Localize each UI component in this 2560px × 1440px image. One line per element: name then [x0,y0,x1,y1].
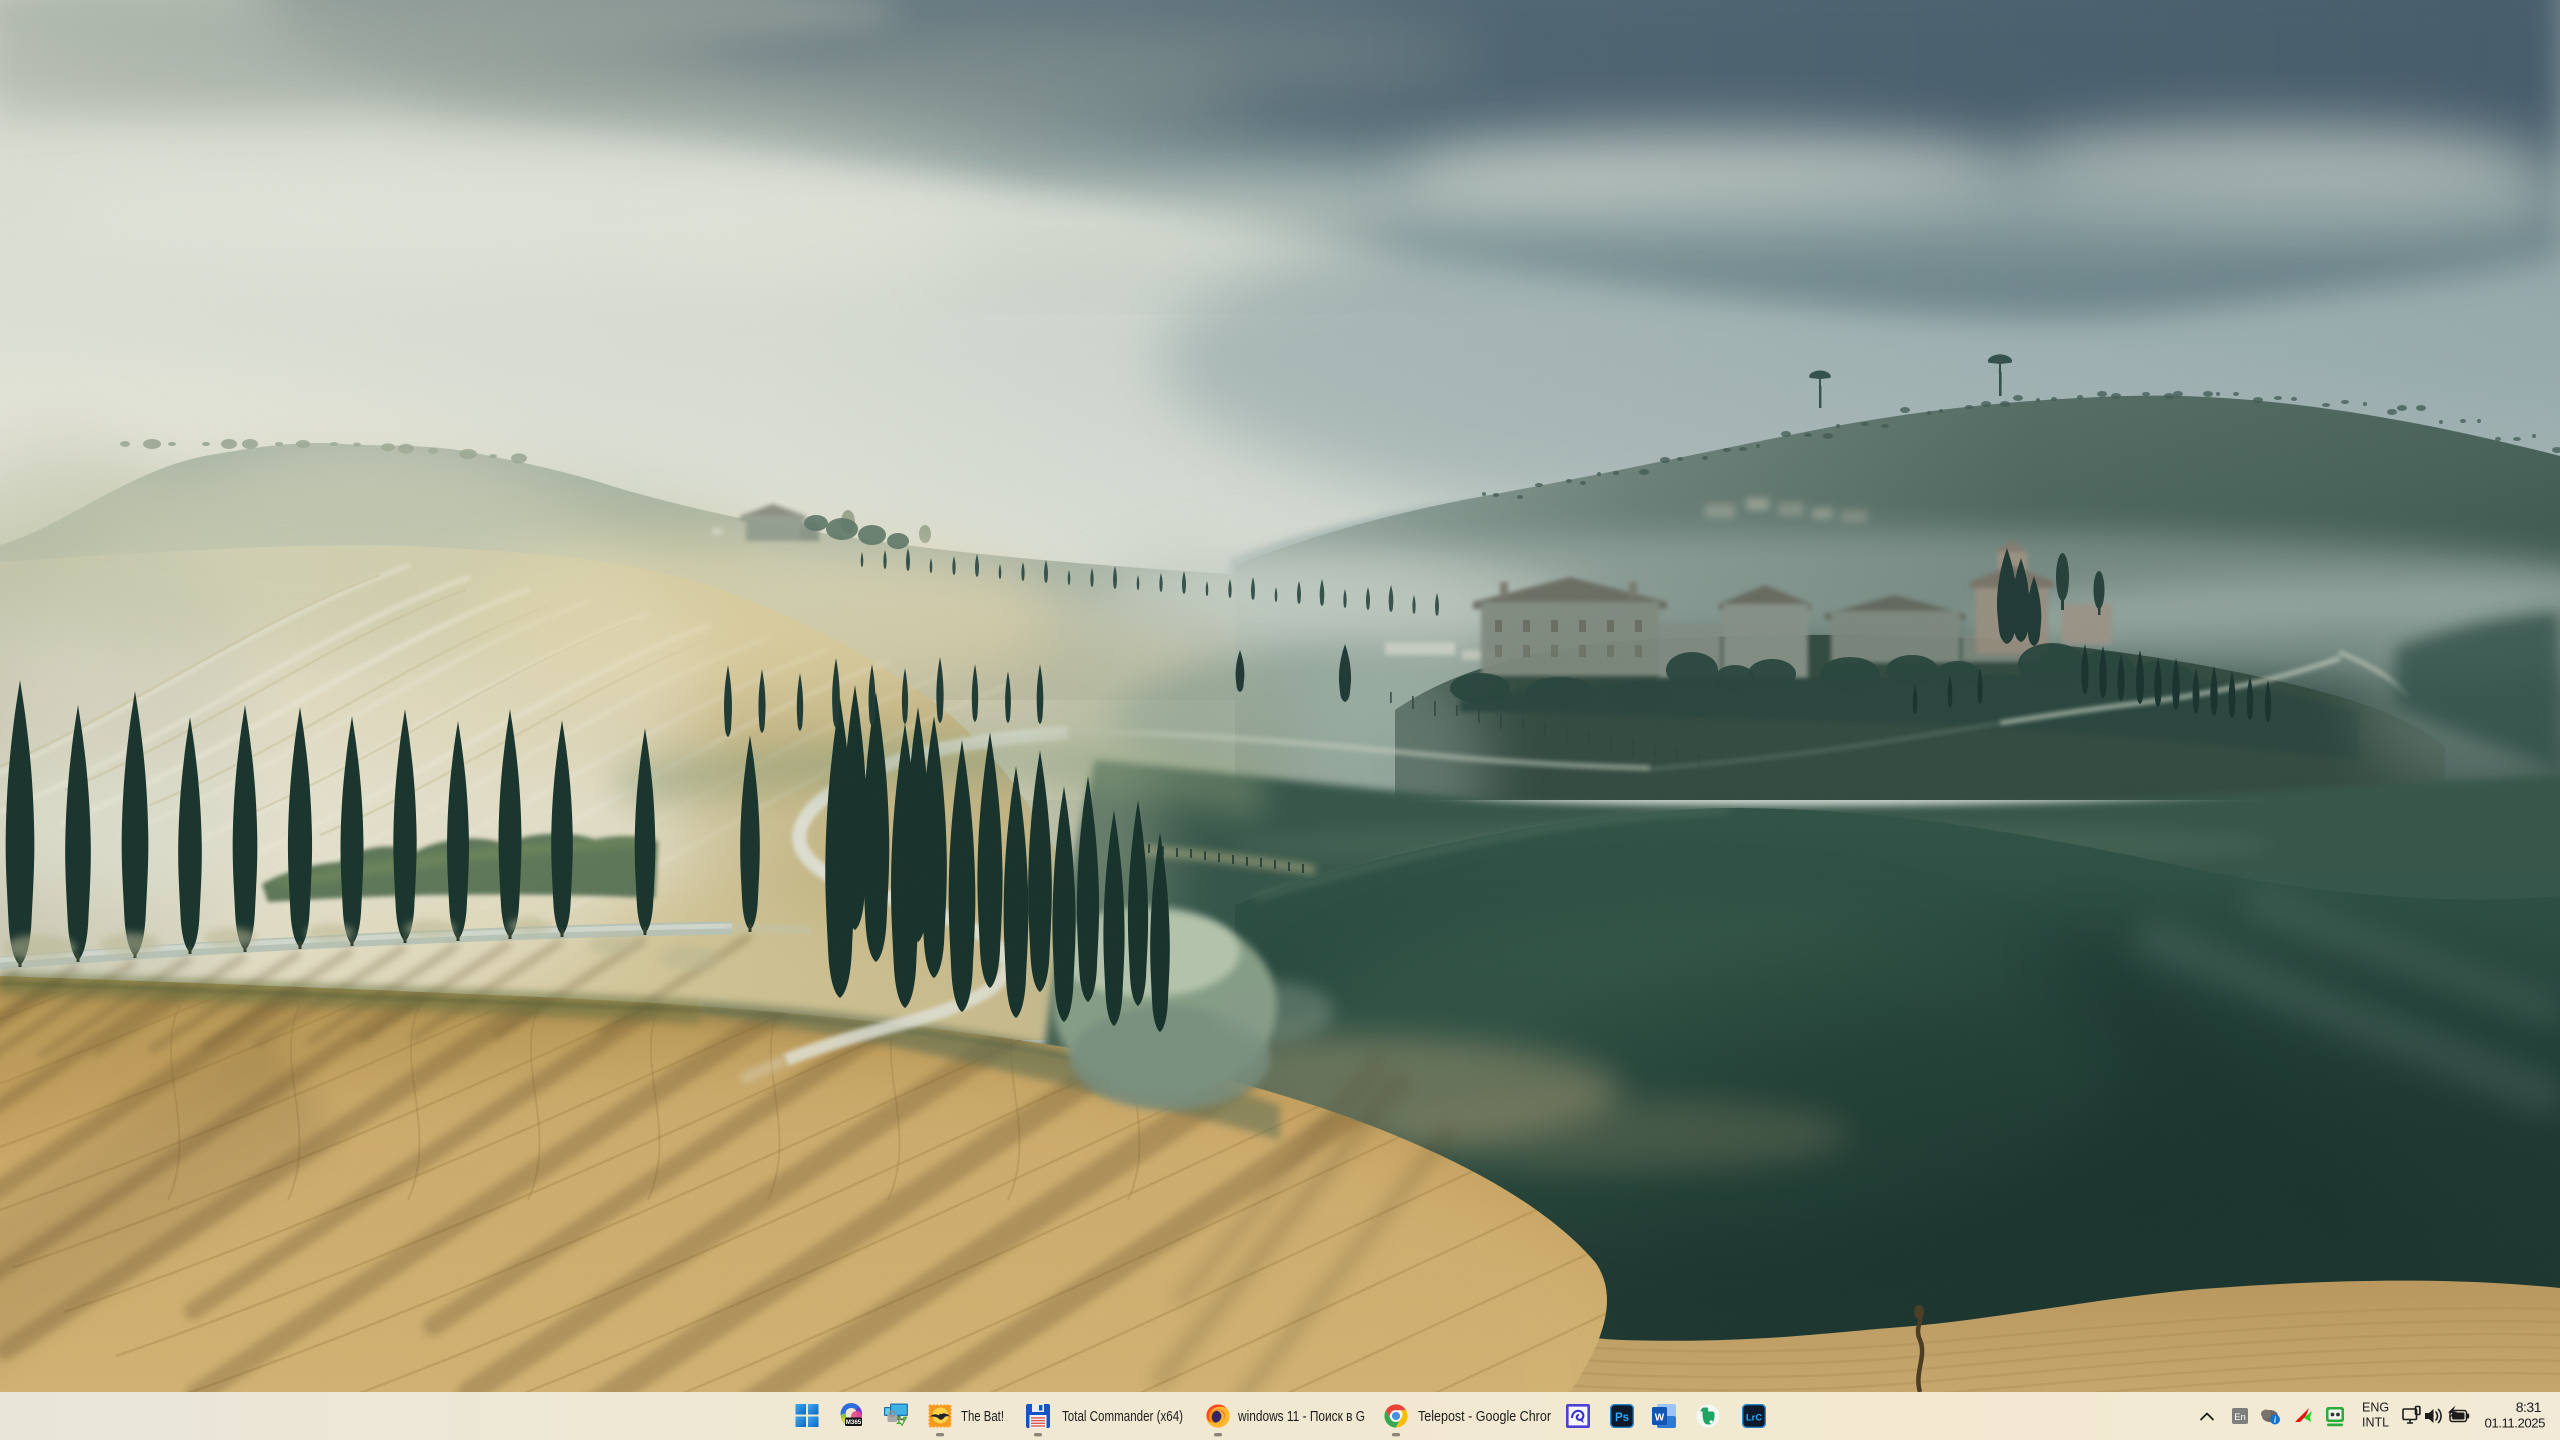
svg-text:M365: M365 [846,1419,862,1426]
svg-text:Ps: Ps [1615,1412,1629,1424]
svg-text:INTL: INTL [2362,1416,2389,1430]
svg-text:8:31: 8:31 [2516,1399,2542,1415]
svg-text:W: W [1655,1413,1665,1424]
svg-text:01.11.2025: 01.11.2025 [2484,1416,2545,1431]
svg-text:Telepost - Google Chror: Telepost - Google Chror [1418,1408,1551,1425]
svg-text:LrC: LrC [1746,1413,1763,1424]
svg-text:En: En [2234,1412,2246,1423]
svg-text:The Bat!: The Bat! [961,1408,1004,1425]
svg-text:ENG: ENG [2362,1401,2389,1415]
svg-text:windows 11 - Поиск в G: windows 11 - Поиск в G [1237,1408,1365,1425]
svg-text:Total Commander (x64): Total Commander (x64) [1062,1408,1183,1425]
